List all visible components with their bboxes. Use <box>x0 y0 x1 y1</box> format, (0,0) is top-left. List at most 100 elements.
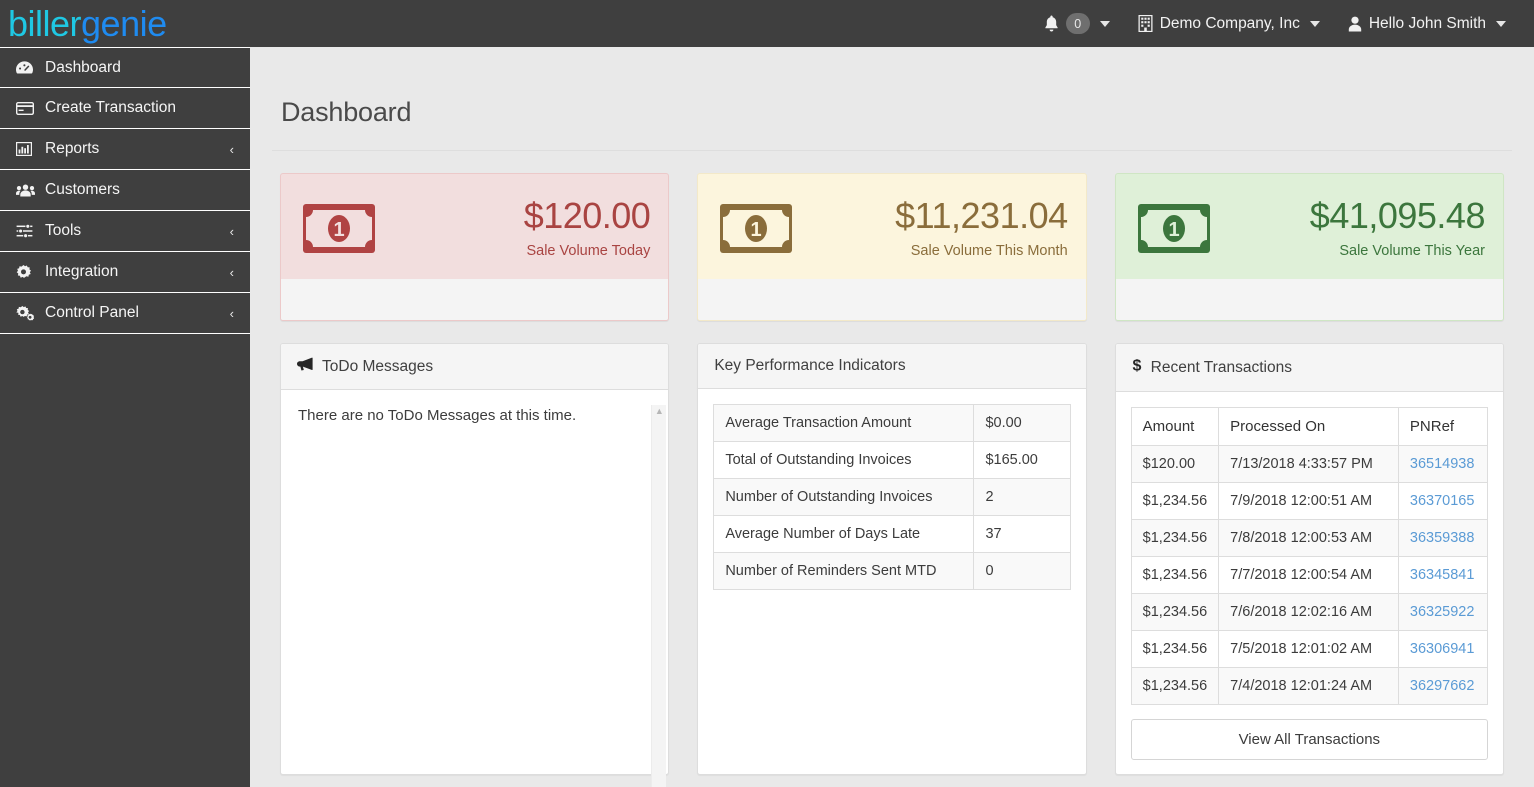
todo-scrollbar[interactable]: ▲ ▼ <box>651 405 667 787</box>
building-icon <box>1138 15 1153 32</box>
sliders-icon <box>16 224 38 238</box>
notification-count-badge: 0 <box>1065 13 1090 34</box>
stat-card-sale-volume-this-month[interactable]: 1 $11,231.04 Sale Volume This Month <box>697 173 1087 321</box>
table-row: Total of Outstanding Invoices $165.00 <box>713 441 1071 479</box>
cell-amount: $1,234.56 <box>1130 593 1220 631</box>
company-name-label: Demo Company, Inc <box>1159 14 1300 32</box>
todo-empty-message: There are no ToDo Messages at this time. <box>298 407 577 424</box>
cell-amount: $1,234.56 <box>1130 556 1220 594</box>
stat-value: $41,095.48 <box>1309 195 1486 237</box>
pnref-link[interactable]: 36359388 <box>1410 530 1475 546</box>
chevron-left-icon: ‹ <box>229 141 234 157</box>
chevron-left-icon: ‹ <box>229 305 234 321</box>
sidebar-item-dashboard[interactable]: Dashboard <box>0 47 250 88</box>
table-row: $1,234.56 7/7/2018 12:00:54 AM 36345841 <box>1130 556 1488 594</box>
cell-pnref: 36297662 <box>1397 667 1488 705</box>
kpi-metric-value: $165.00 <box>973 441 1071 479</box>
app-logo[interactable]: billergenie <box>0 0 250 47</box>
chevron-down-icon <box>1496 20 1506 27</box>
stat-cards-row: 1 $120.00 Sale Volume Today 1 $11,231.04… <box>272 173 1512 321</box>
cell-processed-on: 7/8/2018 12:00:53 AM <box>1218 519 1399 557</box>
cell-amount: $1,234.56 <box>1130 482 1220 520</box>
kpi-metric-label: Number of Outstanding Invoices <box>713 478 975 516</box>
kpi-metric-value: 37 <box>973 515 1071 553</box>
stat-label: Sale Volume This Month <box>910 243 1068 260</box>
pnref-link[interactable]: 36370165 <box>1410 493 1475 509</box>
kpi-metric-label: Number of Reminders Sent MTD <box>713 552 975 590</box>
svg-text:1: 1 <box>333 219 344 241</box>
cogs-icon <box>16 305 38 321</box>
pnref-link[interactable]: 36514938 <box>1410 456 1475 472</box>
cell-processed-on: 7/7/2018 12:00:54 AM <box>1218 556 1399 594</box>
sidebar-item-create-transaction[interactable]: Create Transaction <box>0 88 250 129</box>
stat-card-sale-volume-this-year[interactable]: 1 $41,095.48 Sale Volume This Year <box>1114 173 1504 321</box>
scroll-up-arrow-icon[interactable]: ▲ <box>655 407 664 416</box>
pnref-link[interactable]: 36297662 <box>1410 678 1475 694</box>
table-row: Number of Reminders Sent MTD 0 <box>713 552 1071 590</box>
table-row: $1,234.56 7/4/2018 12:01:24 AM 36297662 <box>1130 667 1488 705</box>
table-row: Average Number of Days Late 37 <box>713 515 1071 553</box>
logo-text-genie: genie <box>81 2 167 44</box>
kpi-metric-value: $0.00 <box>973 404 1071 442</box>
sidebar-item-label: Control Panel <box>45 304 139 321</box>
kpi-table: Average Transaction Amount $0.00 Total o… <box>713 404 1071 590</box>
cell-processed-on: 7/4/2018 12:01:24 AM <box>1218 667 1399 705</box>
cell-pnref: 36359388 <box>1397 519 1488 557</box>
cell-amount: $1,234.56 <box>1130 667 1220 705</box>
kpi-metric-value: 0 <box>973 552 1071 590</box>
cell-pnref: 36514938 <box>1397 445 1488 483</box>
cell-pnref: 36345841 <box>1397 556 1488 594</box>
sidebar-item-integration[interactable]: Integration ‹ <box>0 252 250 293</box>
sidebar-item-control-panel[interactable]: Control Panel ‹ <box>0 293 250 334</box>
pnref-link[interactable]: 36306941 <box>1410 641 1475 657</box>
user-account-menu[interactable]: Hello John Smith <box>1334 0 1520 47</box>
stat-value: $11,231.04 <box>895 195 1068 237</box>
recent-transactions-panel: $ Recent Transactions Amount Processed O… <box>1114 343 1504 775</box>
cell-pnref: 36306941 <box>1397 630 1488 668</box>
column-header-pnref: PNRef <box>1397 407 1488 446</box>
stat-label: Sale Volume This Year <box>1339 243 1485 260</box>
sidebar-item-tools[interactable]: Tools ‹ <box>0 211 250 252</box>
cell-pnref: 36370165 <box>1397 482 1488 520</box>
table-row: Number of Outstanding Invoices 2 <box>713 478 1071 516</box>
bullhorn-icon <box>297 357 313 376</box>
table-row: $1,234.56 7/5/2018 12:01:02 AM 36306941 <box>1130 630 1488 668</box>
users-icon <box>16 184 38 197</box>
kpi-panel-body: Average Transaction Amount $0.00 Total o… <box>698 389 1085 774</box>
sidebar-item-label: Customers <box>45 181 120 198</box>
transactions-panel-body: Amount Processed On PNRef $120.00 7/13/2… <box>1116 392 1503 775</box>
cell-processed-on: 7/13/2018 4:33:57 PM <box>1218 445 1399 483</box>
pnref-link[interactable]: 36325922 <box>1410 604 1475 620</box>
kpi-metric-label: Average Number of Days Late <box>713 515 975 553</box>
stat-card-footer[interactable] <box>281 279 669 320</box>
dollar-sign-icon: $ <box>1132 357 1142 378</box>
chevron-down-icon <box>1309 20 1320 27</box>
column-header-processed-on: Processed On <box>1218 407 1399 446</box>
stat-value: $120.00 <box>523 195 651 237</box>
bar-chart-icon <box>16 142 38 156</box>
todo-panel-title: ToDo Messages <box>322 357 434 375</box>
stat-card-sale-volume-today[interactable]: 1 $120.00 Sale Volume Today <box>280 173 670 321</box>
transactions-table: Amount Processed On PNRef $120.00 7/13/2… <box>1130 407 1488 705</box>
credit-card-icon <box>16 101 38 115</box>
cell-amount: $1,234.56 <box>1130 630 1220 668</box>
stat-card-footer[interactable] <box>698 279 1086 320</box>
chevron-left-icon: ‹ <box>229 264 234 280</box>
pnref-link[interactable]: 36345841 <box>1410 567 1475 583</box>
main-sidebar: Dashboard Create Transaction Reports ‹ C… <box>0 47 250 787</box>
sidebar-item-label: Integration <box>45 263 119 280</box>
svg-text:$: $ <box>1132 358 1141 374</box>
todo-panel-body: There are no ToDo Messages at this time.… <box>281 390 668 787</box>
stat-card-footer[interactable] <box>1115 279 1503 320</box>
kpi-metric-label: Average Transaction Amount <box>713 404 975 442</box>
kpi-panel: Key Performance Indicators Average Trans… <box>697 343 1087 775</box>
sidebar-item-reports[interactable]: Reports ‹ <box>0 129 250 170</box>
kpi-panel-header: Key Performance Indicators <box>698 344 1086 389</box>
table-row: $120.00 7/13/2018 4:33:57 PM 36514938 <box>1130 445 1488 483</box>
notifications-menu[interactable]: 0 <box>1030 0 1124 47</box>
view-all-transactions-button[interactable]: View All Transactions <box>1130 719 1488 760</box>
sidebar-item-customers[interactable]: Customers <box>0 170 250 211</box>
bell-icon <box>1044 15 1059 32</box>
chevron-left-icon: ‹ <box>229 223 234 239</box>
company-selector-menu[interactable]: Demo Company, Inc <box>1124 0 1334 47</box>
